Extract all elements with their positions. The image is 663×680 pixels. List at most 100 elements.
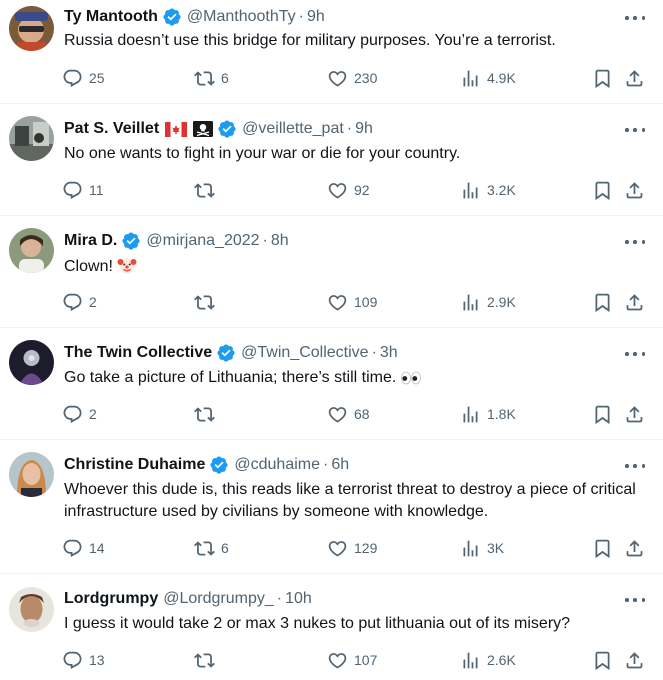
views-count: 2.9K [487,294,516,310]
timestamp[interactable]: 3h [380,342,398,364]
reply-button[interactable]: 14 [62,536,105,560]
timestamp[interactable]: 8h [271,230,289,252]
tweet[interactable]: Christine Duhaime @cduhaime · 6h Whoever… [0,440,663,574]
views-button[interactable]: 3.2K [460,178,516,202]
reply-button[interactable]: 11 [62,178,104,202]
retweet-button[interactable] [194,290,221,314]
share-icon [626,539,643,556]
user-handle[interactable]: @Lordgrumpy_ [163,588,274,610]
retweet-icon [194,294,215,310]
user-handle[interactable]: @ManthoothTy [187,6,296,28]
verified-badge-icon [217,119,237,139]
display-name[interactable]: Pat S. Veillet [64,118,159,140]
views-button[interactable]: 4.9K [460,66,516,90]
views-count: 3.2K [487,182,516,198]
share-button[interactable] [624,290,645,314]
retweet-icon [194,540,215,556]
like-count: 68 [354,406,370,422]
reply-count: 2 [89,406,97,422]
share-button[interactable] [624,402,645,426]
views-button[interactable]: 2.9K [460,290,516,314]
views-chart-icon [463,182,478,198]
like-button[interactable]: 107 [327,648,377,672]
more-options-icon[interactable] [625,347,645,361]
retweet-button[interactable]: 6 [194,536,229,560]
bookmark-button[interactable] [592,648,613,672]
user-handle[interactable]: @cduhaime [234,454,320,476]
tweet[interactable]: The Twin Collective @Twin_Collective · 3… [0,328,663,440]
tweet[interactable]: Lordgrumpy @Lordgrumpy_ · 10h I guess it… [0,574,663,680]
share-button[interactable] [624,536,645,560]
more-options-icon[interactable] [625,11,645,25]
like-button[interactable]: 230 [327,66,377,90]
more-options-icon[interactable] [625,593,645,607]
timestamp[interactable]: 9h [307,6,325,28]
tweet-text-container: Go take a picture of Lithuania; there’s … [64,367,654,393]
bookmark-button[interactable] [592,178,613,202]
tweet[interactable]: Ty Mantooth @ManthoothTy · 9h Russia doe… [0,0,663,104]
avatar[interactable] [9,587,54,632]
action-bar: 2 109 2.9K [62,290,652,314]
timestamp[interactable]: 6h [331,454,349,476]
like-button[interactable]: 129 [327,536,377,560]
bookmark-button[interactable] [592,66,613,90]
views-chart-icon [463,70,478,86]
views-chart-icon [463,294,478,310]
like-button[interactable]: 109 [327,290,377,314]
bookmark-button[interactable] [592,536,613,560]
tweet-header: Mira D. @mirjana_2022 · 8h [64,230,289,252]
more-options-icon[interactable] [625,235,645,249]
reply-button[interactable]: 13 [62,648,105,672]
bookmark-button[interactable] [592,402,613,426]
views-count: 2.6K [487,652,516,668]
user-handle[interactable]: @mirjana_2022 [146,230,259,252]
views-button[interactable]: 1.8K [460,402,516,426]
timestamp[interactable]: 10h [285,588,312,610]
views-button[interactable]: 3K [460,536,504,560]
reply-icon [63,293,82,311]
display-name[interactable]: The Twin Collective [64,342,212,364]
share-icon [626,405,643,422]
tweet[interactable]: Mira D. @mirjana_2022 · 8h Clown! 2 109 … [0,216,663,328]
retweet-button[interactable] [194,178,221,202]
retweet-icon [194,406,215,422]
more-options-icon[interactable] [625,123,645,137]
heart-icon [328,294,347,311]
bookmark-button[interactable] [592,290,613,314]
like-button[interactable]: 92 [327,178,370,202]
retweet-button[interactable] [194,648,221,672]
display-name[interactable]: Mira D. [64,230,117,252]
avatar[interactable] [9,6,54,51]
avatar[interactable] [9,452,54,497]
reply-button[interactable]: 2 [62,290,97,314]
views-button[interactable]: 2.6K [460,648,516,672]
avatar[interactable] [9,340,54,385]
views-chart-icon [463,406,478,422]
reply-button[interactable]: 2 [62,402,97,426]
more-options-icon[interactable] [625,459,645,473]
timestamp[interactable]: 9h [355,118,373,140]
display-name[interactable]: Lordgrumpy [64,588,158,610]
display-name[interactable]: Ty Mantooth [64,6,158,28]
reply-feed: Ty Mantooth @ManthoothTy · 9h Russia doe… [0,0,663,680]
display-name[interactable]: Christine Duhaime [64,454,205,476]
retweet-icon [194,652,215,668]
retweet-button[interactable] [194,402,221,426]
share-button[interactable] [624,178,645,202]
share-button[interactable] [624,66,645,90]
retweet-button[interactable]: 6 [194,66,229,90]
eyes-emoji-icon [400,370,422,393]
bookmark-icon [595,69,610,88]
tweet-text: Whoever this dude is, this reads like a … [64,481,636,520]
avatar[interactable] [9,116,54,161]
user-handle[interactable]: @veillette_pat [242,118,344,140]
reply-count: 11 [89,182,104,198]
share-icon [626,293,643,310]
reply-button[interactable]: 25 [62,66,105,90]
user-handle[interactable]: @Twin_Collective [241,342,368,364]
tweet[interactable]: Pat S. Veillet @veillette_pat · 9h No on… [0,104,663,216]
avatar[interactable] [9,228,54,273]
like-button[interactable]: 68 [327,402,370,426]
separator-dot: · [276,590,283,607]
share-button[interactable] [624,648,645,672]
